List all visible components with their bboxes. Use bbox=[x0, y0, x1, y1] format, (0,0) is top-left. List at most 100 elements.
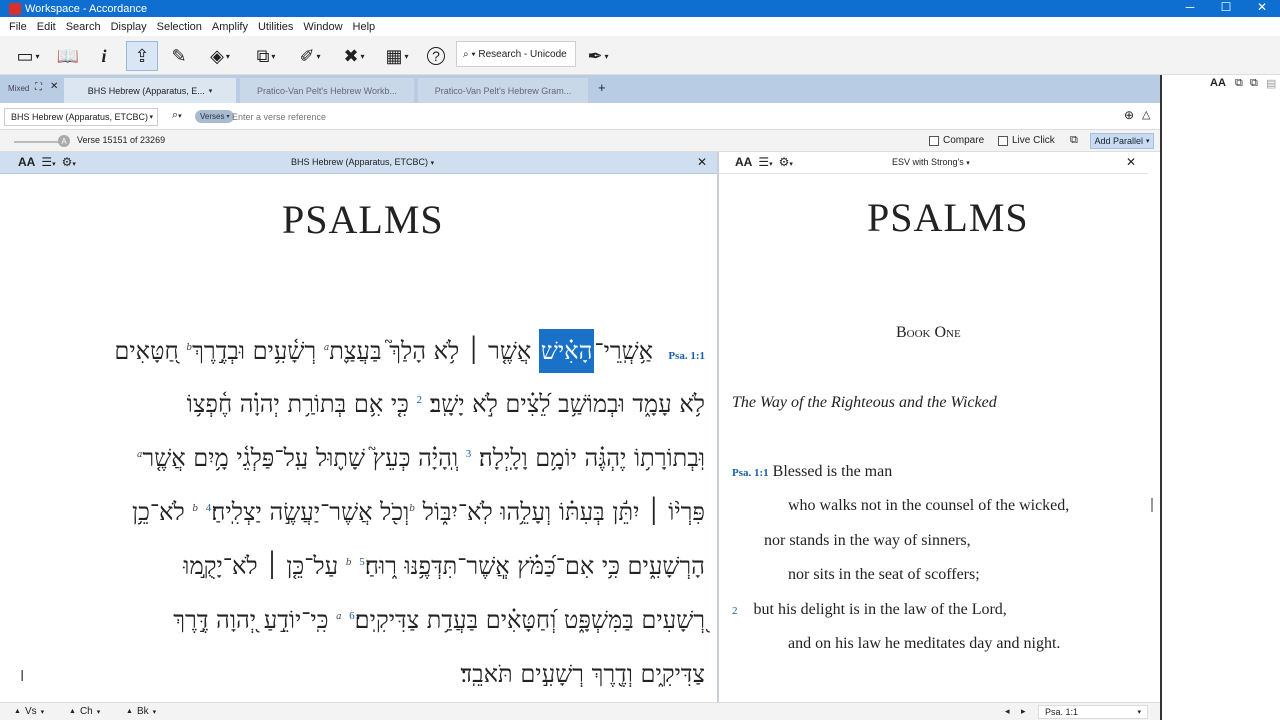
open-window-button[interactable]: ▭ ▾ bbox=[10, 41, 46, 71]
hebrew-line-3: וּֽבְתוֹרָת֥וֹ יֶהְגֶּ֗ה יוֹמָ֥ם וָלָֽיְ… bbox=[137, 444, 705, 472]
verse-ref[interactable]: Psa. 1:1 bbox=[668, 350, 705, 362]
esv-verse-1-line-2: who walks not in the counsel of the wick… bbox=[788, 497, 1070, 514]
menu-utilities[interactable]: Utilities bbox=[253, 21, 298, 33]
menu-amplify[interactable]: Amplify bbox=[207, 21, 253, 33]
hebrew-line-1: Psa. 1:1 אַ֥שְֽׁרֵי־הָאִ֗ישׁ אֲשֶׁ֤ר ׀ ל… bbox=[114, 329, 705, 373]
maximize-button[interactable]: ☐ bbox=[1209, 0, 1243, 17]
window-icon: ▭ bbox=[16, 45, 34, 66]
list-icon[interactable]: ☰▾ bbox=[41, 155, 55, 169]
hebrew-line-7: צַדִּיקִ֑ים וְדֶ֖רֶךְ רְשָׁעִ֣ים תֹּאבֵֽ… bbox=[460, 660, 705, 688]
copy-icon[interactable]: ⧉ bbox=[1250, 77, 1258, 90]
esv-book-title: PSALMS bbox=[867, 195, 1029, 240]
book-title: PSALMS bbox=[282, 197, 444, 242]
info-button[interactable]: i bbox=[92, 41, 116, 71]
tab-pratico-grammar[interactable]: Pratico-Van Pelt's Hebrew Gram... bbox=[418, 78, 588, 103]
right-pane-title[interactable]: ESV with Strong's ▾ bbox=[892, 157, 970, 167]
add-circle-icon[interactable]: ⊕ bbox=[1124, 108, 1134, 122]
menu-display[interactable]: Display bbox=[106, 21, 152, 33]
verse-slider-thumb[interactable]: A bbox=[58, 135, 70, 147]
highlight-button[interactable]: ✎ bbox=[166, 41, 192, 71]
font-size-icon[interactable]: AA bbox=[18, 155, 35, 169]
add-tab-button[interactable]: + bbox=[598, 80, 606, 95]
next-arrow-icon[interactable]: ▸ bbox=[1021, 706, 1026, 717]
research-search-field[interactable]: ⌕ ▾ Research - Unicode bbox=[456, 41, 576, 67]
tab-bhs-hebrew[interactable]: BHS Hebrew (Apparatus, E... ▾ bbox=[64, 78, 236, 103]
edit-icon: ✐ bbox=[299, 45, 315, 66]
add-parallel-button[interactable]: Add Parallel ▾ bbox=[1090, 133, 1154, 149]
font-size-icon[interactable]: AA bbox=[1210, 77, 1226, 89]
quill-icon: ✒ bbox=[587, 45, 603, 66]
list-icon[interactable]: ☰▾ bbox=[758, 155, 772, 169]
help-button[interactable]: ? bbox=[424, 41, 448, 71]
esv-book-one: Book One bbox=[896, 324, 961, 341]
export-button[interactable]: ⇪ bbox=[126, 41, 158, 71]
book-nav[interactable]: ▲ Bk ▾ bbox=[126, 706, 156, 717]
hebrew-text-pane: PSALMS Psa. 1:1 אַ֥שְֽׁרֵי־הָאִ֗ישׁ אֲשֶ… bbox=[0, 174, 717, 702]
warning-icon[interactable]: △ bbox=[1142, 108, 1150, 121]
module-select[interactable]: BHS Hebrew (Apparatus, ETCBC) ▾ bbox=[4, 108, 158, 126]
menu-window[interactable]: Window bbox=[298, 21, 347, 33]
hebrew-line-5: הָרְשָׁעִ֑ים כִּ֥י אִם־כַּ֝מֹּ֗ץ אֲֽשֶׁר… bbox=[183, 552, 705, 580]
export-icon: ⇪ bbox=[134, 45, 150, 66]
right-pane-header: AA ☰▾ ⚙▾ ESV with Strong's ▾ ✕ bbox=[719, 152, 1148, 174]
copy-button[interactable]: ⧉ ▾ bbox=[248, 41, 284, 71]
minimize-button[interactable]: ─ bbox=[1173, 0, 1207, 17]
search-icon[interactable]: ⌕▾ bbox=[172, 109, 182, 122]
compare-checkbox[interactable]: Compare bbox=[929, 135, 984, 146]
menu-search[interactable]: Search bbox=[61, 21, 106, 33]
close-window-button[interactable]: ✕ bbox=[1245, 0, 1279, 17]
menu-bar: File Edit Search Display Selection Ampli… bbox=[0, 17, 1280, 36]
hebrew-line-6: רְ֭שָׁעִים בַּמִּשְׁפָּ֑ט וְ֝חַטָּאִ֗ים … bbox=[173, 606, 705, 634]
hebrew-line-4: פִּרְי֨וֹ ׀ יִתֵּ֬ן בְּעִתּ֗וֹ וְעָלֵ֥הו… bbox=[132, 498, 705, 526]
window-title: Workspace - Accordance bbox=[25, 2, 148, 15]
close-tabs-icon[interactable]: ✕ bbox=[50, 81, 58, 92]
prev-arrow-icon[interactable]: ◂ bbox=[1005, 706, 1010, 717]
font-size-icon[interactable]: AA bbox=[735, 155, 752, 169]
menu-help[interactable]: Help bbox=[348, 21, 381, 33]
close-left-pane-icon[interactable]: ✕ bbox=[697, 155, 707, 169]
accordance-app-icon bbox=[9, 2, 21, 15]
library-button[interactable]: 📖 bbox=[54, 41, 82, 71]
tools-icon: ✖ bbox=[343, 45, 359, 66]
text-cursor-icon: I bbox=[20, 668, 25, 685]
gear-icon[interactable]: ⚙▾ bbox=[62, 155, 76, 169]
chapter-nav[interactable]: ▲ Ch ▾ bbox=[69, 706, 100, 717]
tab-strip: Mixed ⛶ ✕ BHS Hebrew (Apparatus, E... ▾ P… bbox=[0, 75, 1160, 103]
layers-button[interactable]: ◈ ▾ bbox=[202, 41, 238, 71]
live-click-checkbox[interactable]: Live Click bbox=[998, 135, 1055, 146]
selected-word[interactable]: הָאִ֗ישׁ bbox=[538, 329, 595, 373]
left-pane-header: AA ☰▾ ⚙▾ BHS Hebrew (Apparatus, ETCBC) ▾… bbox=[0, 152, 717, 174]
parallel-icon[interactable]: ⧉ bbox=[1070, 134, 1078, 147]
annotate-button[interactable]: ✐ ▾ bbox=[292, 41, 328, 71]
esv-verse-2-line-2: and on his law he meditates day and nigh… bbox=[788, 635, 1061, 652]
book-open-icon: 📖 bbox=[56, 45, 80, 66]
esv-text-pane: PSALMS Book One The Way of the Righteous… bbox=[719, 174, 1148, 702]
tools-button[interactable]: ✖ ▾ bbox=[336, 41, 372, 71]
gear-icon[interactable]: ⚙▾ bbox=[779, 155, 793, 169]
verse-count: Verse 15151 of 23269 bbox=[77, 135, 166, 145]
verses-mode-badge[interactable]: Verses ▾ bbox=[195, 110, 235, 123]
esv-verse-1-line-4: nor sits in the seat of scoffers; bbox=[788, 566, 980, 583]
menu-selection[interactable]: Selection bbox=[152, 21, 207, 33]
reference-field[interactable]: Psa. 1:1 ▾ bbox=[1038, 705, 1148, 719]
verse-reference-input[interactable] bbox=[232, 107, 1116, 127]
layout-icon[interactable]: ⧉ bbox=[1235, 77, 1243, 90]
quill-button[interactable]: ✒ ▾ bbox=[582, 41, 614, 71]
table-icon: ▦ bbox=[385, 45, 403, 66]
mixed-label: Mixed bbox=[8, 84, 30, 93]
verse-nav[interactable]: ▲ Vs ▾ bbox=[14, 706, 44, 717]
copy-icon: ⧉ bbox=[256, 45, 270, 66]
layout-button[interactable]: ▦ ▾ bbox=[380, 41, 414, 71]
menu-file[interactable]: File bbox=[4, 21, 32, 33]
scroll-indicator[interactable] bbox=[1151, 498, 1153, 512]
close-right-pane-icon[interactable]: ✕ bbox=[1126, 155, 1136, 169]
expand-icon[interactable]: ⛶ bbox=[35, 82, 42, 93]
info-icon: i bbox=[101, 45, 107, 66]
left-pane-title[interactable]: BHS Hebrew (Apparatus, ETCBC) ▾ bbox=[291, 157, 434, 167]
note-icon[interactable]: ▤ bbox=[1266, 77, 1276, 90]
tab-pratico-workbook[interactable]: Pratico-Van Pelt's Hebrew Workb... bbox=[240, 78, 414, 103]
status-row: A Verse 15151 of 23269 Compare Live Clic… bbox=[0, 130, 1160, 152]
main-toolbar: ▭ ▾ 📖 i ⇪ ✎ ◈ ▾ ⧉ ▾ ✐ ▾ ✖ ▾ ▦ ▾ ? ✒ ▾ bbox=[0, 36, 1280, 75]
bottom-nav-bar: ▲ Vs ▾ ▲ Ch ▾ ▲ Bk ▾ ◂ ▸ Psa. 1:1 ▾ bbox=[0, 702, 1160, 720]
menu-edit[interactable]: Edit bbox=[32, 21, 61, 33]
